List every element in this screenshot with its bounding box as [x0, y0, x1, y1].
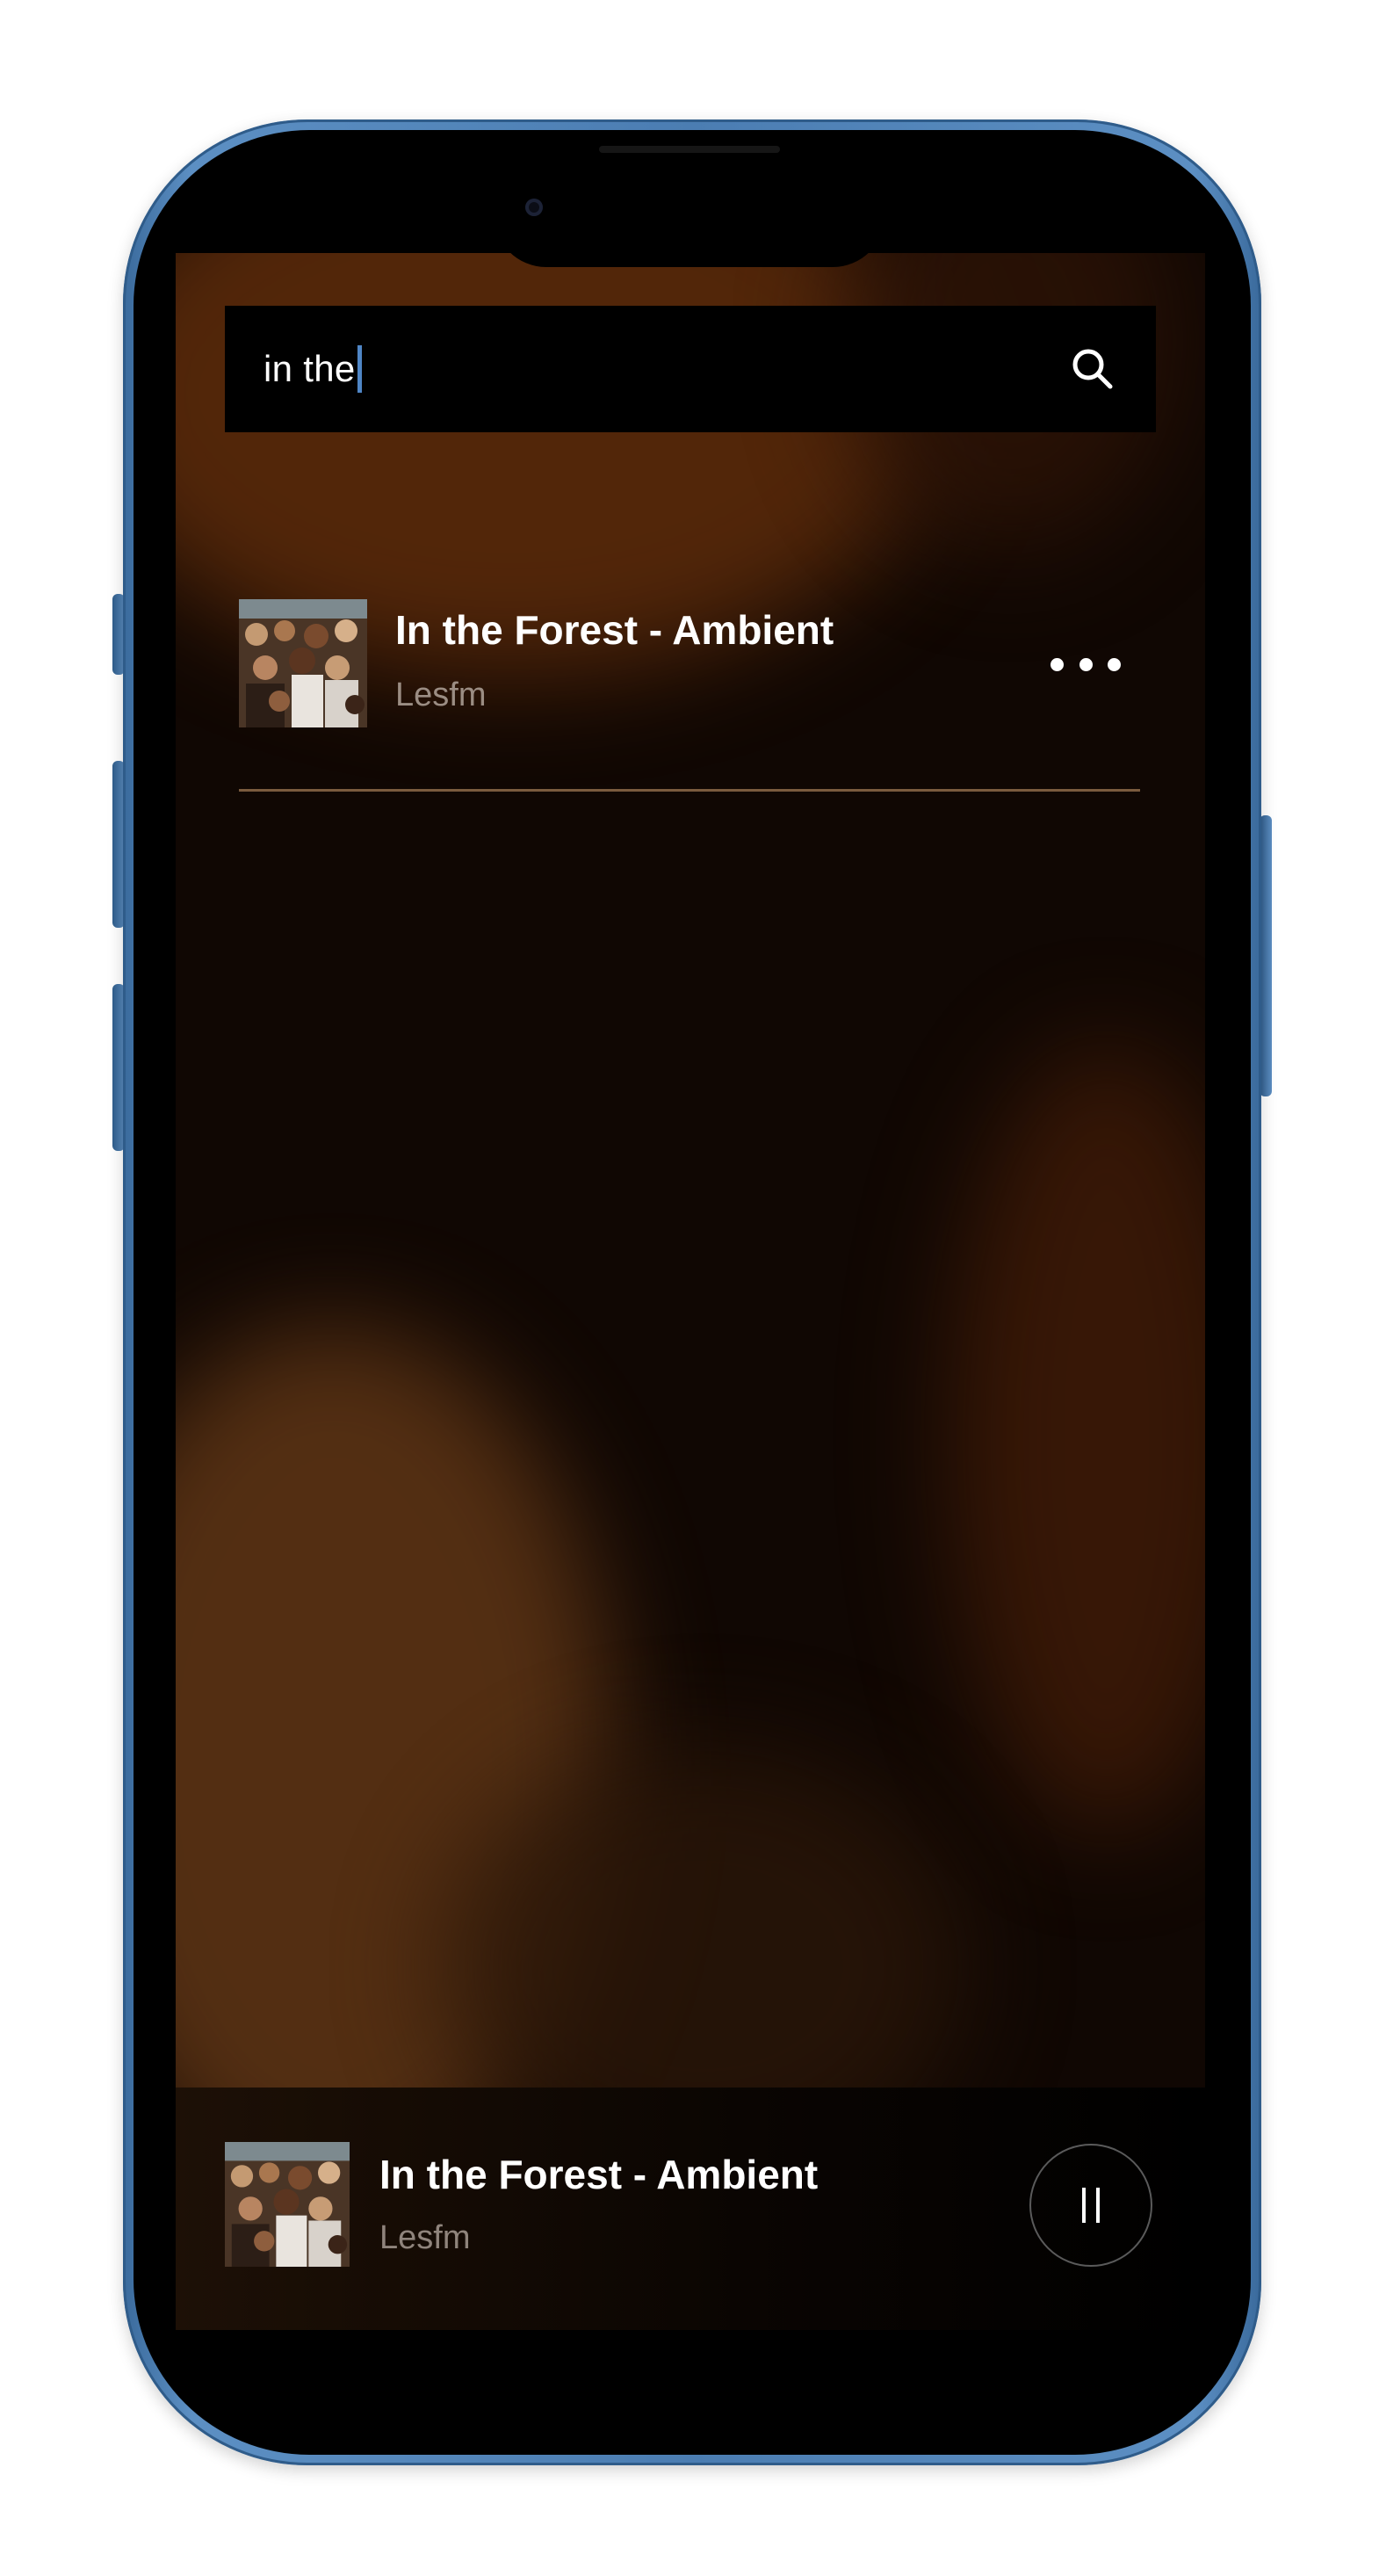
now-playing-bar[interactable]: In the Forest - Ambient Lesfm — [176, 2088, 1205, 2330]
now-playing-album-art — [225, 2142, 350, 2267]
more-options-icon[interactable] — [1050, 647, 1121, 682]
search-icon[interactable] — [1068, 344, 1117, 394]
album-art-thumbnail — [239, 599, 367, 727]
search-result-item[interactable]: In the Forest - Ambient Lesfm — [239, 599, 1140, 729]
search-bar[interactable]: in the — [225, 306, 1156, 432]
result-divider — [239, 789, 1140, 792]
text-caret — [357, 345, 362, 393]
search-input[interactable]: in the — [264, 345, 1068, 393]
result-artist-name: Lesfm — [395, 677, 487, 713]
power-button — [1260, 815, 1272, 1096]
pause-button[interactable] — [1029, 2144, 1152, 2267]
more-dot — [1050, 657, 1064, 671]
stage: in the In the Forest - Ambient Lesfm In … — [0, 0, 1379, 2576]
now-playing-artist: Lesfm — [379, 2219, 471, 2256]
background-glow — [949, 1044, 1205, 1834]
front-camera — [525, 199, 543, 216]
now-playing-title: In the Forest - Ambient — [379, 2152, 819, 2197]
earpiece-speaker — [599, 146, 780, 153]
search-query-text: in the — [264, 348, 356, 389]
pause-icon — [1082, 2188, 1086, 2223]
pause-icon — [1096, 2188, 1100, 2223]
crowd-album-art — [225, 2142, 350, 2267]
more-dot — [1108, 657, 1121, 671]
result-track-title: In the Forest - Ambient — [395, 607, 834, 653]
app-screen — [176, 253, 1205, 2330]
more-dot — [1079, 657, 1093, 671]
crowd-album-art — [239, 599, 367, 727]
